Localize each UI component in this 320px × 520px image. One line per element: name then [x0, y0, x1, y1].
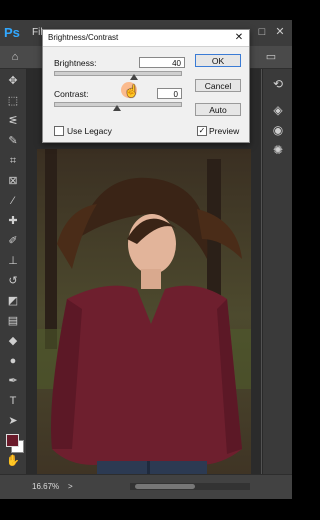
crop-tool-icon[interactable]: ⌗ [4, 153, 22, 169]
brightness-contrast-dialog: Brightness/Contrast ✕ Brightness: 40 Con… [42, 29, 250, 143]
clone-stamp-icon[interactable]: ⊥ [4, 253, 22, 269]
horizontal-scrollbar[interactable] [130, 483, 250, 490]
foreground-color-swatch[interactable] [6, 434, 19, 447]
contrast-slider-thumb[interactable] [113, 105, 121, 111]
home-icon[interactable]: ⌂ [6, 49, 24, 65]
ok-button[interactable]: OK [195, 54, 241, 67]
dodge-tool-icon[interactable]: ● [4, 353, 22, 369]
layers-panel-icon[interactable]: ◈ [269, 101, 287, 119]
history-brush-icon[interactable]: ↺ [4, 273, 22, 289]
panels-dock: ⟲ ◈ ◉ ✺ [262, 69, 292, 494]
zoom-level[interactable]: 16.67% [32, 482, 59, 491]
hand-cursor-icon: ☝ [124, 84, 139, 98]
status-bar: 16.67% > [0, 474, 292, 499]
gradient-tool-icon[interactable]: ▤ [4, 313, 22, 329]
doc-info-arrow-icon[interactable]: > [68, 482, 73, 491]
healing-brush-icon[interactable]: ✚ [4, 213, 22, 229]
preview-label: Preview [209, 126, 240, 136]
paths-panel-icon[interactable]: ✺ [269, 141, 287, 159]
path-select-icon[interactable]: ➤ [4, 413, 22, 429]
eraser-tool-icon[interactable]: ◩ [4, 293, 22, 309]
move-tool-icon[interactable]: ✥ [4, 73, 22, 89]
contrast-label: Contrast: [54, 89, 89, 99]
brightness-slider-thumb[interactable] [130, 74, 138, 80]
horizontal-scroll-thumb[interactable] [135, 484, 195, 489]
use-legacy-label: Use Legacy [67, 126, 112, 136]
history-panel-icon[interactable]: ⟲ [269, 75, 287, 93]
photoshop-logo: Ps [4, 25, 20, 40]
brightness-label: Brightness: [54, 58, 97, 68]
channels-panel-icon[interactable]: ◉ [269, 121, 287, 139]
preview-checkbox[interactable]: ✓ [197, 126, 207, 136]
tools-panel: ✥ ⬚ ᓬ ✎ ⌗ ⊠ ⁄ ✚ ✐ ⊥ ↺ ◩ ▤ ◆ ● ✒ T ➤ ▭ ✋ … [0, 69, 27, 494]
maximize-icon[interactable]: □ [256, 26, 268, 38]
brightness-input[interactable]: 40 [139, 57, 185, 68]
lasso-tool-icon[interactable]: ᓬ [4, 113, 22, 129]
brightness-slider-track[interactable] [54, 71, 182, 76]
eyedropper-tool-icon[interactable]: ⁄ [4, 193, 22, 209]
pen-tool-icon[interactable]: ✒ [4, 373, 22, 389]
marquee-tool-icon[interactable]: ⬚ [4, 93, 22, 109]
use-legacy-checkbox[interactable] [54, 126, 64, 136]
close-window-icon[interactable]: ✕ [274, 26, 286, 38]
brush-tool-icon[interactable]: ✐ [4, 233, 22, 249]
type-tool-icon[interactable]: T [4, 393, 22, 409]
dialog-title-bar[interactable]: Brightness/Contrast ✕ [43, 30, 249, 47]
dialog-title: Brightness/Contrast [48, 33, 119, 42]
dialog-close-icon[interactable]: ✕ [233, 32, 245, 44]
contrast-input[interactable]: 0 [157, 88, 182, 99]
workspace-icon[interactable]: ▭ [262, 49, 280, 65]
auto-button[interactable]: Auto [195, 103, 241, 116]
hand-tool-icon[interactable]: ✋ [4, 453, 22, 469]
blur-tool-icon[interactable]: ◆ [4, 333, 22, 349]
photo-woman-red-sweater [37, 149, 251, 494]
frame-tool-icon[interactable]: ⊠ [4, 173, 22, 189]
cancel-button[interactable]: Cancel [195, 79, 241, 92]
quick-select-tool-icon[interactable]: ✎ [4, 133, 22, 149]
